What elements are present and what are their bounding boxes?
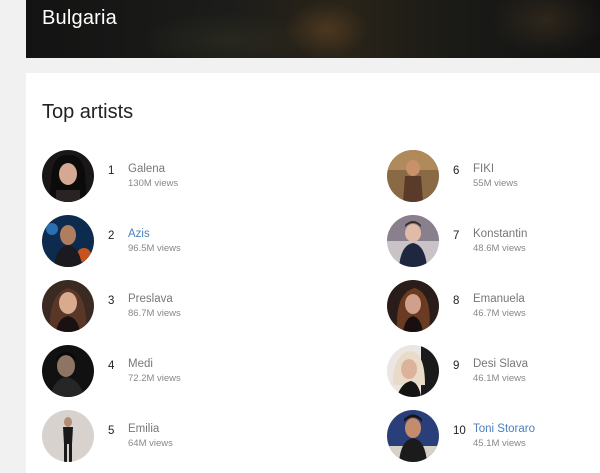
artist-item-5[interactable]: 5 Emilia 64M views (42, 410, 242, 462)
artist-item-9[interactable]: 9 Desi Slava 46.1M views (387, 345, 587, 397)
artist-avatar (387, 215, 439, 267)
artist-name[interactable]: Emilia (128, 423, 159, 435)
artist-views: 72.2M views (128, 373, 181, 384)
artist-name[interactable]: Emanuela (473, 293, 525, 305)
artist-views: 55M views (473, 178, 518, 189)
artist-avatar (387, 410, 439, 462)
artist-avatar (387, 150, 439, 202)
artist-item-10[interactable]: 10 Toni Storaro 45.1M views (387, 410, 587, 462)
artist-name[interactable]: Medi (128, 358, 153, 370)
artist-name[interactable]: Azis (128, 228, 150, 240)
artist-views: 46.7M views (473, 308, 526, 319)
artist-views: 130M views (128, 178, 179, 189)
artist-views: 46.1M views (473, 373, 526, 384)
artist-avatar (42, 280, 94, 332)
artist-avatar (387, 345, 439, 397)
artist-name[interactable]: Preslava (128, 293, 173, 305)
artist-item-7[interactable]: 7 Konstantin 48.6M views (387, 215, 587, 267)
section-title: Top artists (42, 101, 134, 123)
artist-views: 96.5M views (128, 243, 181, 254)
artist-avatar (42, 215, 94, 267)
banner-title: Bulgaria (42, 7, 117, 29)
artist-name[interactable]: Galena (128, 163, 165, 175)
artist-item-3[interactable]: 3 Preslava 86.7M views (42, 280, 242, 332)
artist-avatar (42, 410, 94, 462)
artist-item-2[interactable]: 2 Azis 96.5M views (42, 215, 242, 267)
artist-views: 64M views (128, 438, 173, 449)
artist-views: 45.1M views (473, 438, 526, 449)
artist-name[interactable]: Toni Storaro (473, 423, 535, 435)
artist-views: 48.6M views (473, 243, 526, 254)
top-artists-card: Top artists 1 Galena 130M views 2 Azis 9… (26, 73, 600, 473)
artist-item-6[interactable]: 6 FIKI 55M views (387, 150, 587, 202)
country-banner: Bulgaria (26, 0, 600, 58)
artist-name[interactable]: Konstantin (473, 228, 527, 240)
artist-name[interactable]: FIKI (473, 163, 494, 175)
artist-views: 86.7M views (128, 308, 181, 319)
artist-name[interactable]: Desi Slava (473, 358, 528, 370)
artist-avatar (42, 150, 94, 202)
artist-item-1[interactable]: 1 Galena 130M views (42, 150, 242, 202)
artist-item-4[interactable]: 4 Medi 72.2M views (42, 345, 242, 397)
artist-avatar (42, 345, 94, 397)
artist-item-8[interactable]: 8 Emanuela 46.7M views (387, 280, 587, 332)
artist-avatar (387, 280, 439, 332)
